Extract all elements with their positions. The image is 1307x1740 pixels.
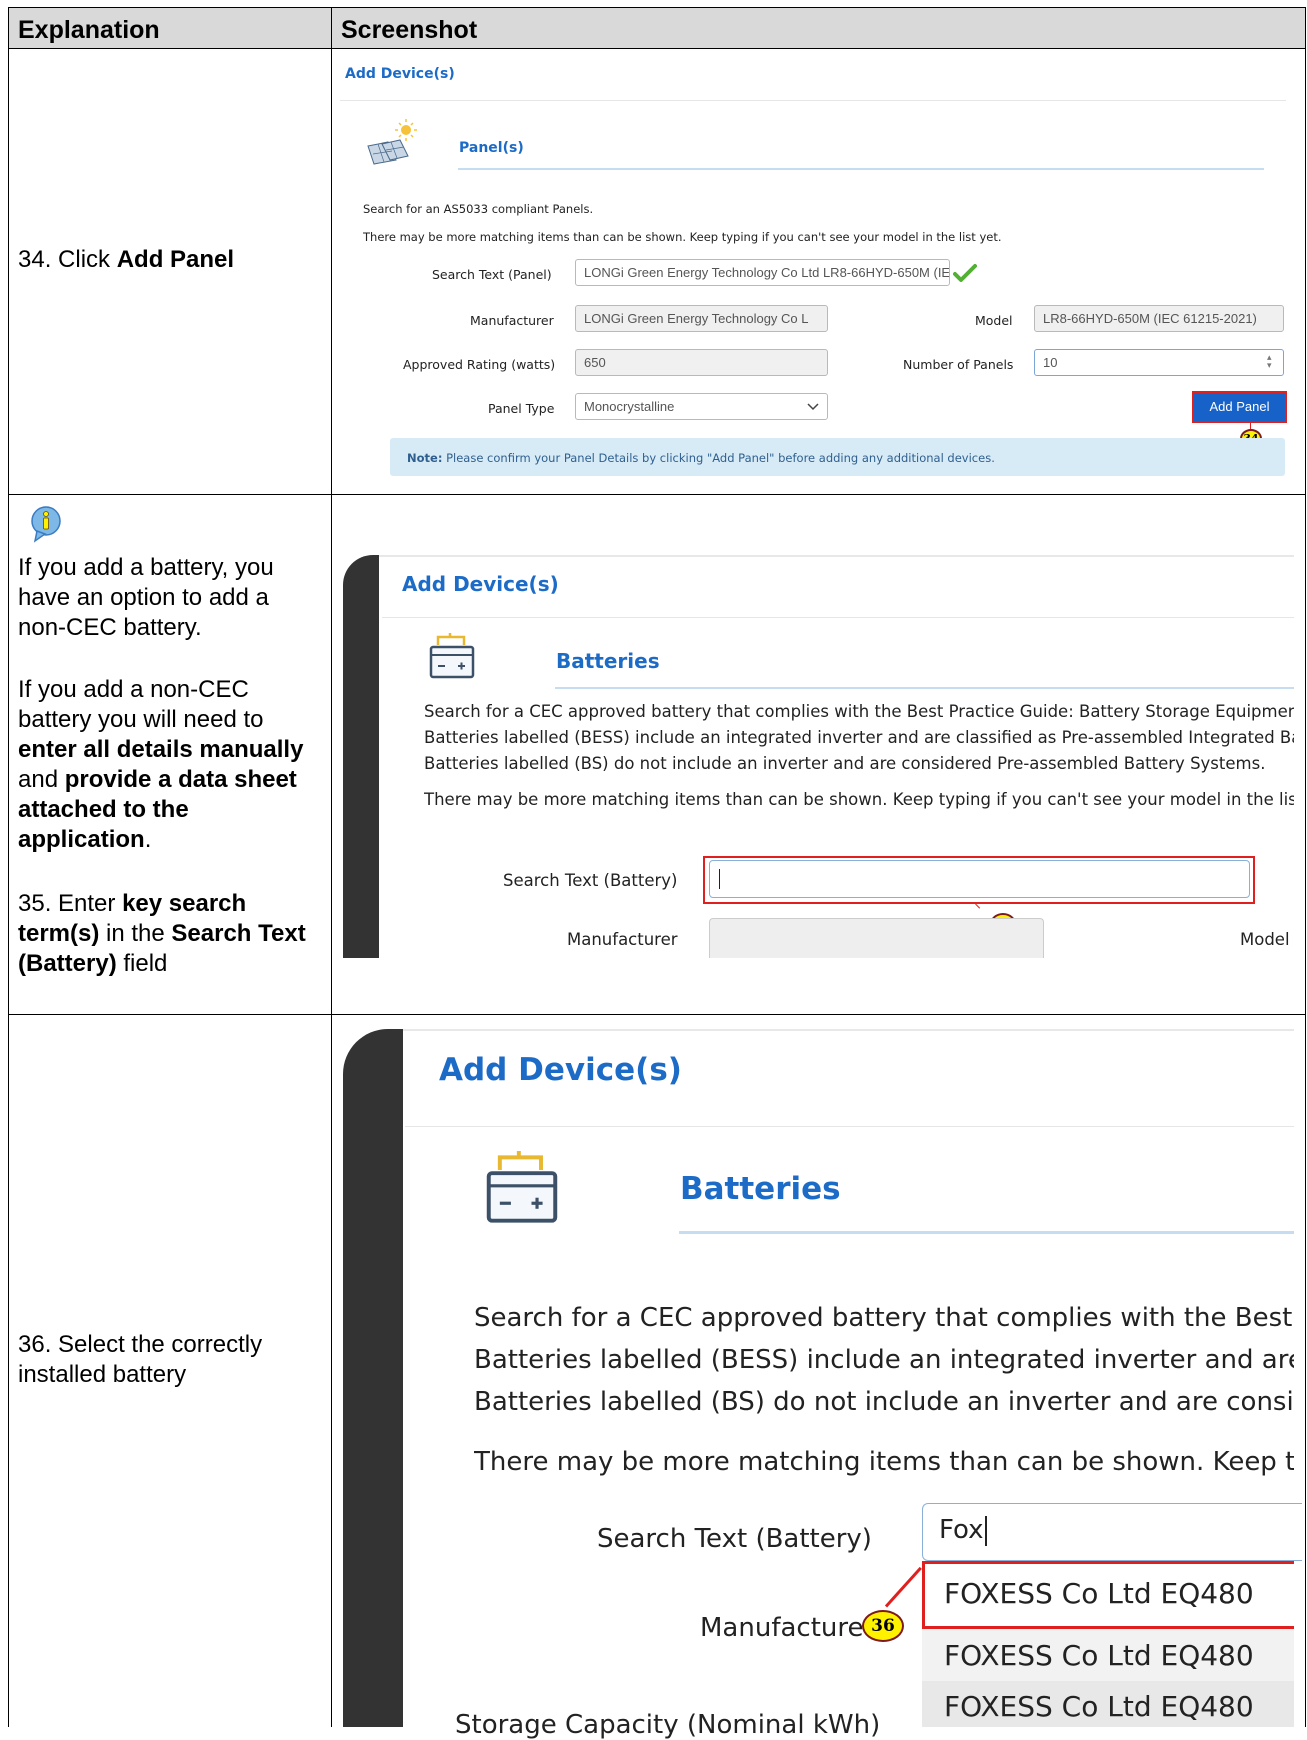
chevron-down-icon	[807, 403, 819, 411]
panel-instructions-2: There may be more matching items than ca…	[363, 230, 1002, 244]
top-edge	[403, 1029, 1294, 1031]
panel-type-select[interactable]: Monocrystalline	[575, 393, 828, 420]
table-border-middle	[331, 7, 332, 1727]
top-edge	[379, 555, 1294, 557]
battery-explanation-2: If you add a non-CEC battery you will ne…	[18, 676, 304, 853]
table-border-row2	[8, 1014, 1306, 1015]
note-text: Note: Please confirm your Panel Details …	[407, 451, 995, 465]
battery-option-1[interactable]: FOXESS Co Ltd EQ480	[944, 1577, 1254, 1610]
marker-36-pointer	[884, 1566, 922, 1608]
battery-option-3[interactable]: FOXESS Co Ltd EQ480	[944, 1690, 1254, 1723]
table-header-bg	[8, 8, 1305, 48]
manufacturer-field	[709, 918, 1044, 958]
battery-instructions-2: Batteries labelled (BESS) include an int…	[474, 1345, 1294, 1375]
battery-instructions-3: Batteries labelled (BS) do not include a…	[424, 754, 1266, 773]
text-cursor	[719, 869, 720, 889]
table-border-right	[1305, 7, 1306, 1727]
battery-icon	[486, 1151, 558, 1223]
table-border-top	[8, 7, 1306, 8]
valid-check-icon	[953, 264, 977, 282]
panel-type-value: Monocrystalline	[584, 399, 675, 414]
step-35-text: 35. Enter key search term(s) in the Sear…	[18, 890, 306, 977]
step-34-text: 34. Click Add Panel	[18, 246, 235, 273]
dark-sidebar	[343, 555, 379, 958]
search-battery-input[interactable]: Fox	[922, 1503, 1302, 1561]
info-icon	[31, 506, 61, 543]
section-underline	[555, 687, 1294, 689]
model-label: Model	[975, 313, 1013, 328]
battery-instructions-1: Search for a CEC approved battery that c…	[474, 1303, 1293, 1333]
search-battery-label: Search Text (Battery)	[597, 1524, 872, 1554]
section-underline	[679, 1231, 1294, 1234]
title-divider	[340, 100, 1286, 101]
rating-label: Approved Rating (watts)	[403, 357, 556, 372]
search-battery-label: Search Text (Battery)	[503, 871, 678, 890]
battery-instructions: Search for a CEC approved battery that c…	[424, 699, 1294, 813]
marker-35-pointer	[975, 903, 981, 909]
marker-36: 36	[862, 1610, 904, 1642]
batteries-section-title: Batteries	[680, 1171, 841, 1207]
add-devices-title: Add Device(s)	[439, 1052, 682, 1088]
search-battery-input[interactable]	[709, 860, 1250, 898]
panels-section-title: Panel(s)	[459, 140, 524, 156]
section-underline	[458, 168, 1264, 170]
manufacturer-field: LONGi Green Energy Technology Co L	[575, 305, 828, 332]
table-border-header	[8, 48, 1306, 49]
text-cursor	[985, 1516, 987, 1546]
battery-instructions-4: There may be more matching items than ca…	[474, 1447, 1294, 1477]
autocomplete-dropdown: FOXESS Co Ltd EQ480 FOXESS Co Ltd EQ480 …	[922, 1561, 1294, 1727]
num-panels-label: Number of Panels	[903, 357, 1014, 372]
solar-panel-icon	[367, 119, 417, 165]
number-stepper-icon[interactable]: ▴ ▾	[1267, 354, 1272, 371]
model-label: Model	[1240, 930, 1290, 949]
panel-type-label: Panel Type	[488, 401, 555, 416]
dark-sidebar	[343, 1029, 403, 1727]
manufacturer-label: Manufacturer	[470, 313, 554, 328]
title-divider	[382, 617, 1294, 618]
battery-instructions: Search for a CEC approved battery that c…	[474, 1297, 1294, 1483]
battery-icon	[429, 633, 475, 679]
step-36-text: 36. Select the correctly installed batte…	[18, 1331, 263, 1388]
battery-option-2[interactable]: FOXESS Co Ltd EQ480	[944, 1639, 1254, 1672]
add-devices-title: Add Device(s)	[345, 66, 455, 82]
storage-capacity-label: Storage Capacity (Nominal kWh)	[455, 1710, 881, 1740]
num-panels-input[interactable]: 10	[1034, 349, 1284, 376]
batteries-section-title: Batteries	[556, 649, 660, 673]
table-border-left	[8, 7, 9, 1727]
add-panel-button[interactable]: Add Panel	[1194, 393, 1285, 421]
manufacturer-label: Manufacture	[700, 1613, 864, 1643]
note-banner: Note: Please confirm your Panel Details …	[390, 438, 1285, 476]
model-field: LR8-66HYD-650M (IEC 61215-2021)	[1034, 305, 1284, 332]
battery-instructions-4: There may be more matching items than ca…	[424, 790, 1294, 809]
search-battery-value: Fox	[939, 1515, 984, 1545]
rating-field: 650	[575, 349, 828, 376]
search-panel-input[interactable]: LONGi Green Energy Technology Co Ltd LR8…	[575, 259, 950, 286]
panel-instructions-1: Search for an AS5033 compliant Panels.	[363, 202, 594, 216]
add-devices-title: Add Device(s)	[402, 572, 559, 596]
table-border-row1	[8, 494, 1306, 495]
header-screenshot: Screenshot	[341, 16, 478, 44]
header-explanation: Explanation	[18, 16, 160, 44]
manufacturer-label: Manufacturer	[567, 930, 678, 949]
battery-instructions-1: Search for a CEC approved battery that c…	[424, 702, 1294, 721]
battery-instructions-3: Batteries labelled (BS) do not include a…	[474, 1387, 1294, 1417]
battery-explanation-1: If you add a battery, you have an option…	[18, 554, 274, 641]
title-divider	[405, 1126, 1294, 1127]
battery-instructions-2: Batteries labelled (BESS) include an int…	[424, 728, 1294, 747]
search-panel-label: Search Text (Panel)	[432, 267, 552, 282]
